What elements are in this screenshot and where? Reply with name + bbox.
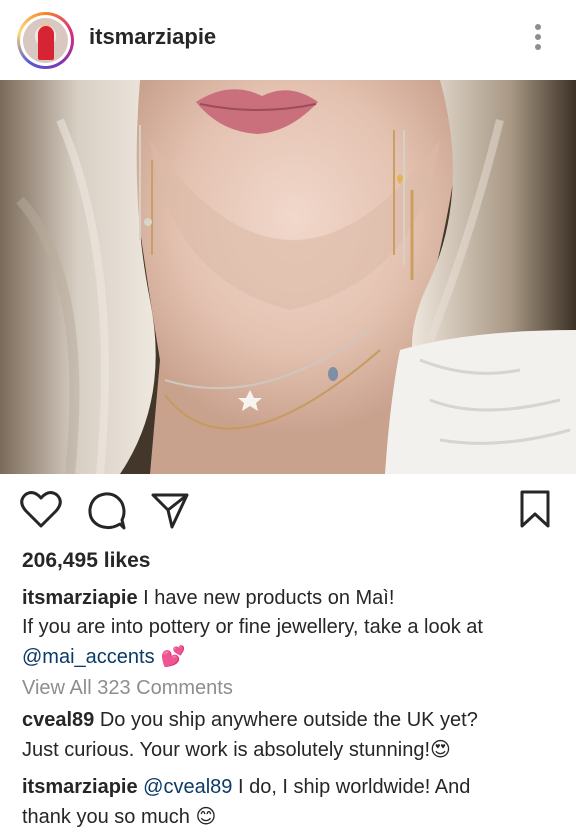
caption-mention[interactable]: @mai_accents [22,646,155,668]
post-username[interactable]: itsmarziapie [89,24,216,50]
post-actions [0,486,576,536]
comment-text-line2: Just curious. Your work is absolutely st… [22,739,430,761]
comment-text-line1: I do, I ship worldwide! And [232,776,471,798]
heart-eyes-emoji: 😍 [430,737,451,761]
comment-bubble-icon[interactable] [86,490,128,532]
comment-username[interactable]: itsmarziapie [22,776,138,798]
paper-plane-icon[interactable] [150,490,190,530]
profile-avatar[interactable] [17,12,74,69]
smiling-emoji: 😊 [195,804,217,828]
view-all-comments-link[interactable]: View All 323 Comments [22,677,233,700]
post-header: itsmarziapie [0,0,576,80]
caption-line2: If you are into pottery or fine jeweller… [22,616,483,638]
two-hearts-emoji: 💕 [154,644,186,668]
comment-text-line1: Do you ship anywhere outside the UK yet? [94,709,478,731]
like-count[interactable]: 206,495 likes [22,549,150,573]
caption-username[interactable]: itsmarziapie [22,587,138,609]
post-image[interactable] [0,80,576,474]
more-vertical-icon[interactable] [528,24,548,54]
comment-mention[interactable]: @cveal89 [138,776,232,798]
comment-username[interactable]: cveal89 [22,709,94,731]
bookmark-icon[interactable] [519,489,551,529]
comment: cveal89 Do you ship anywhere outside the… [22,706,562,765]
comment: itsmarziapie @cveal89 I do, I ship world… [22,773,562,832]
comment-text-line2: thank you so much [22,806,196,828]
post-caption: itsmarziapie I have new products on Maì!… [22,584,562,672]
caption-line1: I have new products on Maì! [137,587,395,609]
heart-icon[interactable] [20,490,62,530]
